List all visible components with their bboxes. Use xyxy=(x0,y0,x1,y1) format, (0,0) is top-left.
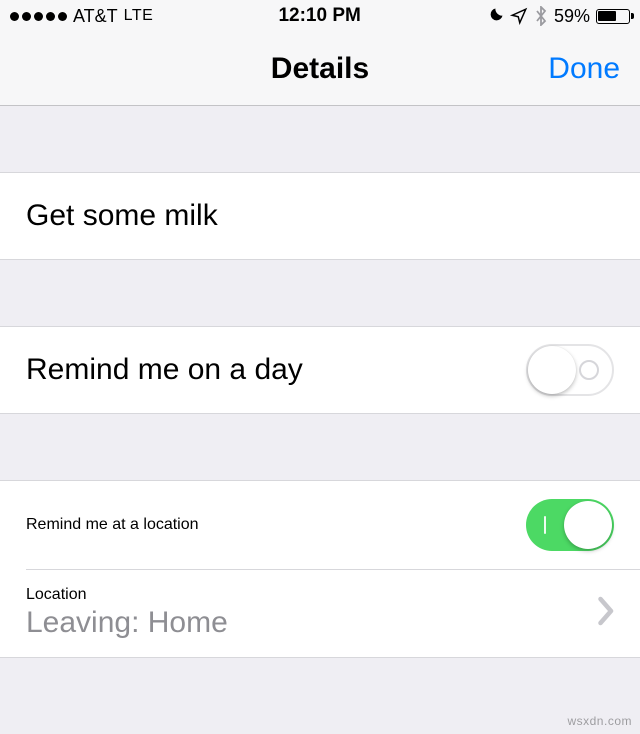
do-not-disturb-icon xyxy=(486,7,504,25)
done-button[interactable]: Done xyxy=(548,52,620,86)
battery-icon xyxy=(596,9,630,24)
location-row-label: Location xyxy=(26,586,228,604)
toggle-knob xyxy=(564,501,612,549)
remind-location-toggle[interactable] xyxy=(526,499,614,551)
bluetooth-icon xyxy=(534,6,548,26)
location-group: Remind me at a location Location Leaving… xyxy=(0,480,640,658)
status-right: 59% xyxy=(486,6,630,27)
location-arrow-icon xyxy=(510,7,528,25)
carrier-label: AT&T xyxy=(73,6,118,27)
toggle-knob xyxy=(528,346,576,394)
clock-label: 12:10 PM xyxy=(278,5,360,27)
section-gap xyxy=(0,414,640,480)
section-gap xyxy=(0,106,640,172)
reminder-title-cell[interactable]: Get some milk xyxy=(0,172,640,260)
remind-day-label: Remind me on a day xyxy=(26,353,303,387)
navigation-bar: Details Done xyxy=(0,32,640,106)
location-detail-cell[interactable]: Location Leaving: Home xyxy=(0,569,640,657)
battery-fill xyxy=(598,11,615,21)
network-label: LTE xyxy=(124,7,154,25)
status-left: AT&T LTE xyxy=(10,6,153,27)
remind-day-cell: Remind me on a day xyxy=(0,326,640,414)
section-gap xyxy=(0,260,640,326)
location-row-sublabel: Leaving: Home xyxy=(26,606,228,640)
page-title: Details xyxy=(271,52,369,86)
battery-percent-label: 59% xyxy=(554,6,590,27)
remind-day-toggle[interactable] xyxy=(526,344,614,396)
watermark-label: wsxdn.com xyxy=(567,714,632,728)
remind-location-label: Remind me at a location xyxy=(26,516,199,534)
status-bar: AT&T LTE 12:10 PM 59% xyxy=(0,0,640,32)
chevron-right-icon xyxy=(596,596,614,631)
reminder-title-text: Get some milk xyxy=(26,199,218,233)
remind-location-cell: Remind me at a location xyxy=(0,481,640,569)
signal-strength-icon xyxy=(10,12,67,21)
